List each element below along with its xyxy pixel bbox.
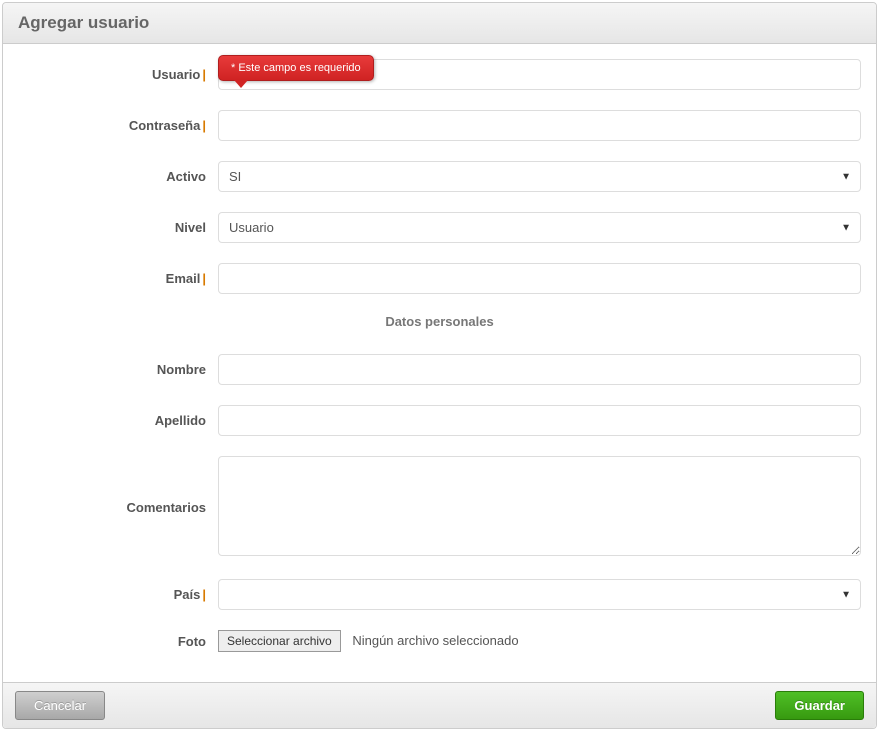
file-status-text: Ningún archivo seleccionado	[352, 633, 518, 648]
add-user-panel: Agregar usuario Usuario| * Este campo es…	[2, 2, 877, 729]
row-pais: País| ▼	[18, 579, 861, 610]
required-mark-icon: |	[202, 67, 206, 82]
nombre-input[interactable]	[218, 354, 861, 385]
error-tooltip-usuario: * Este campo es requerido	[218, 55, 374, 81]
file-select-button[interactable]: Seleccionar archivo	[218, 630, 341, 652]
cancel-button[interactable]: Cancelar	[15, 691, 105, 720]
label-contrasena: Contraseña|	[18, 118, 218, 133]
required-mark-icon: |	[202, 587, 206, 602]
email-input[interactable]	[218, 263, 861, 294]
row-foto: Foto Seleccionar archivo Ningún archivo …	[18, 630, 861, 652]
label-comentarios: Comentarios	[18, 500, 218, 515]
label-foto: Foto	[18, 634, 218, 649]
row-activo: Activo SI ▼	[18, 161, 861, 192]
save-button[interactable]: Guardar	[775, 691, 864, 720]
row-email: Email|	[18, 263, 861, 294]
nivel-select[interactable]: Usuario	[218, 212, 861, 243]
comentarios-textarea[interactable]	[218, 456, 861, 556]
label-email: Email|	[18, 271, 218, 286]
form-body: Usuario| * Este campo es requerido Contr…	[3, 44, 876, 682]
section-title-personal: Datos personales	[18, 314, 861, 329]
page-title: Agregar usuario	[18, 13, 861, 33]
activo-select[interactable]: SI	[218, 161, 861, 192]
panel-header: Agregar usuario	[3, 3, 876, 44]
row-usuario: Usuario| * Este campo es requerido	[18, 59, 861, 90]
pais-select[interactable]	[218, 579, 861, 610]
required-mark-icon: |	[202, 271, 206, 286]
row-comentarios: Comentarios	[18, 456, 861, 559]
row-apellido: Apellido	[18, 405, 861, 436]
label-nivel: Nivel	[18, 220, 218, 235]
required-mark-icon: |	[202, 118, 206, 133]
label-usuario: Usuario|	[18, 67, 218, 82]
label-activo: Activo	[18, 169, 218, 184]
panel-footer: Cancelar Guardar	[3, 682, 876, 728]
label-apellido: Apellido	[18, 413, 218, 428]
contrasena-input[interactable]	[218, 110, 861, 141]
row-nivel: Nivel Usuario ▼	[18, 212, 861, 243]
label-nombre: Nombre	[18, 362, 218, 377]
row-contrasena: Contraseña|	[18, 110, 861, 141]
apellido-input[interactable]	[218, 405, 861, 436]
label-pais: País|	[18, 587, 218, 602]
row-nombre: Nombre	[18, 354, 861, 385]
